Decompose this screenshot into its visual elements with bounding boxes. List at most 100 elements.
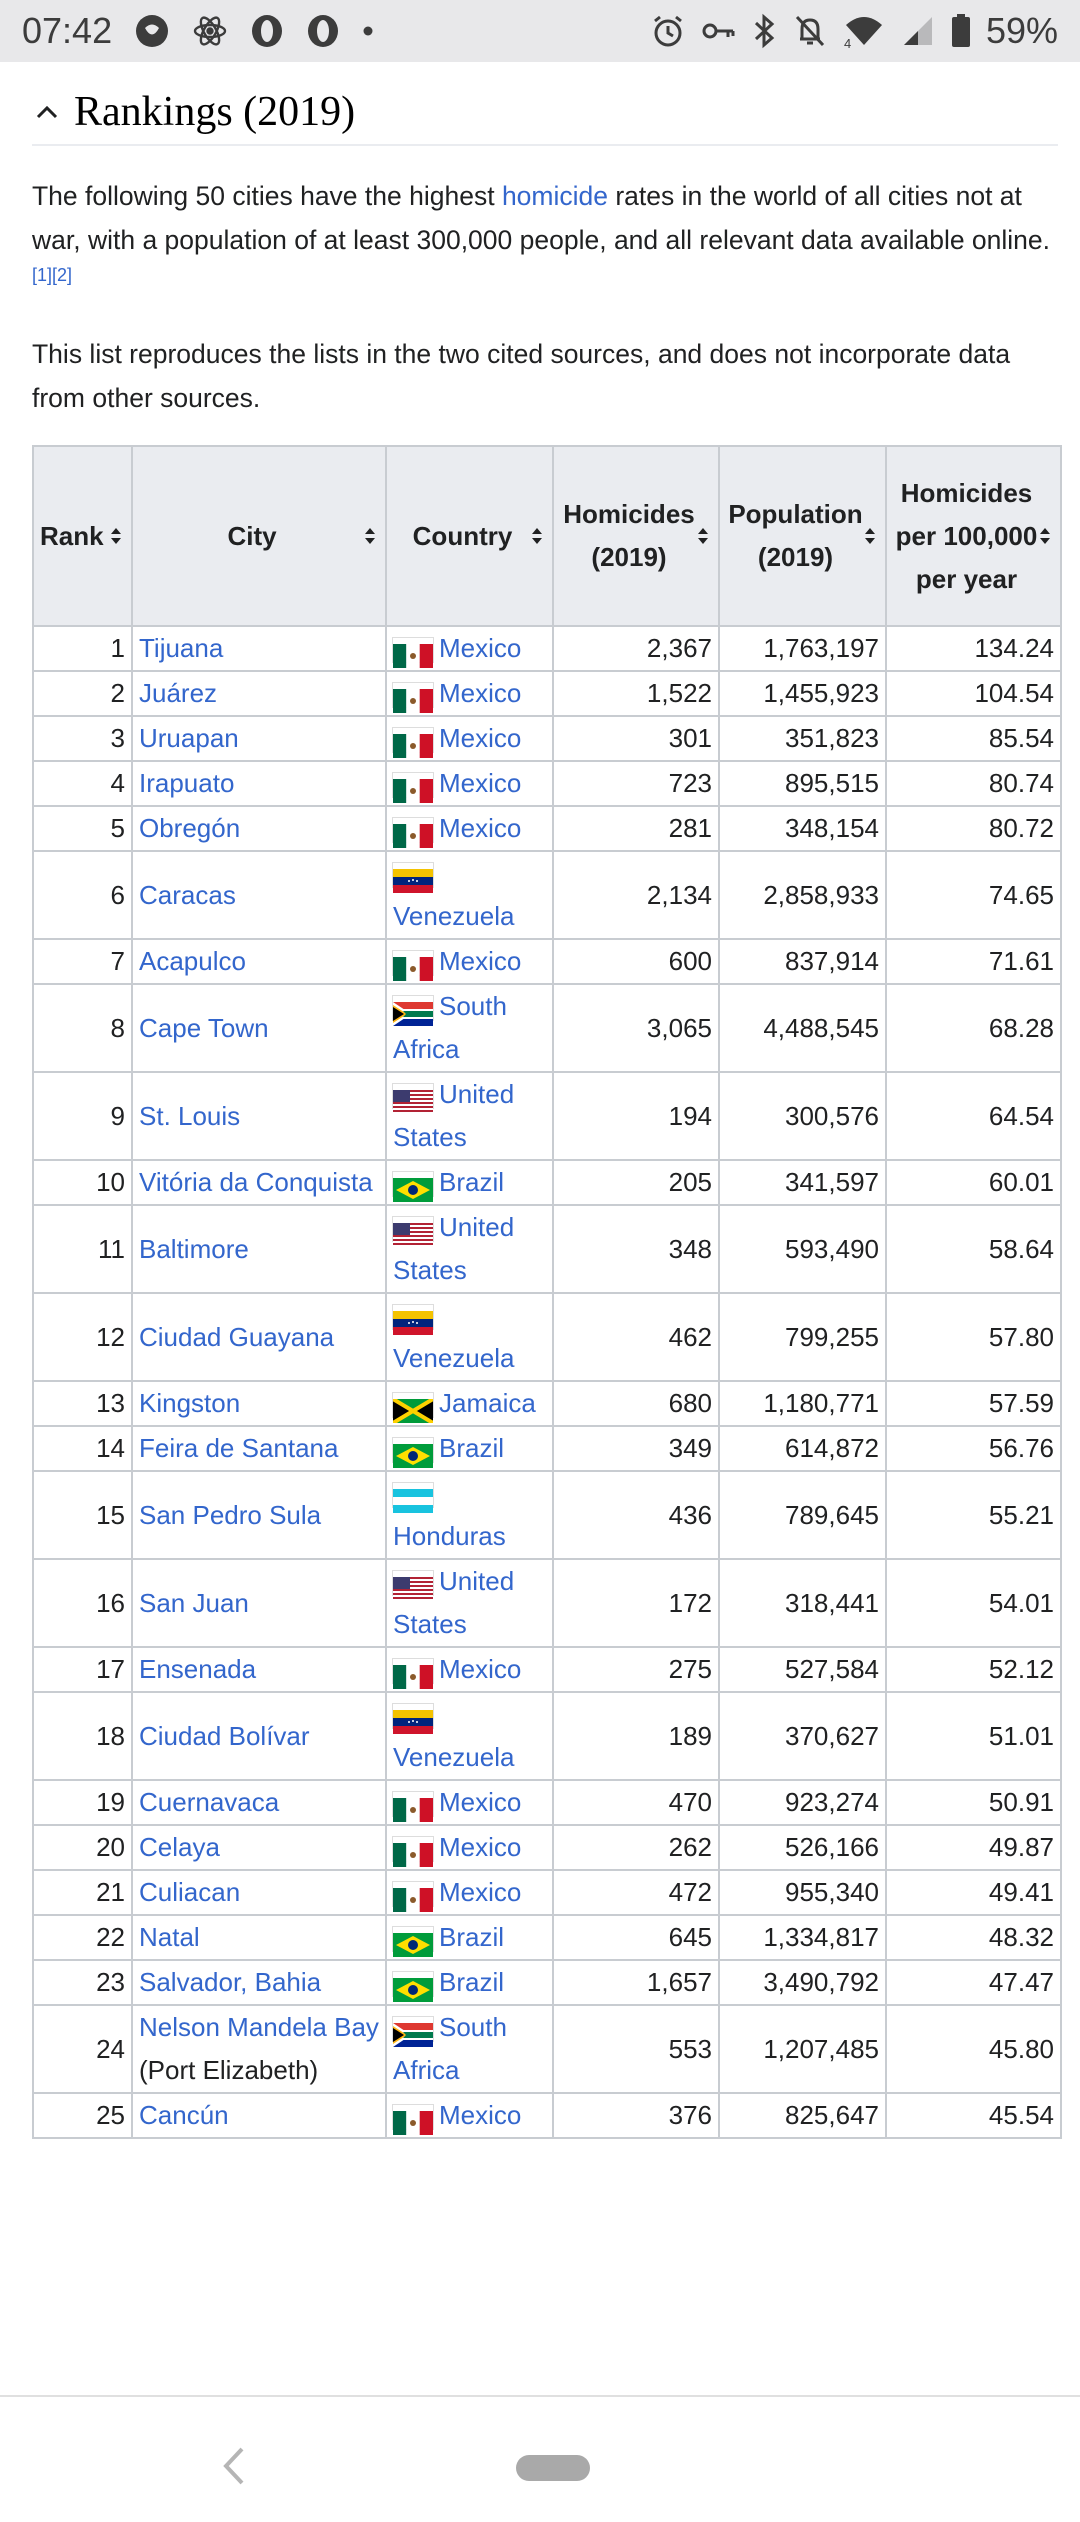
population-cell: 789,645 [718, 1470, 887, 1560]
population-cell: 837,914 [718, 938, 887, 985]
chevron-up-icon[interactable] [32, 97, 62, 127]
rate-cell: 60.01 [885, 1159, 1062, 1206]
city-link[interactable]: Natal [139, 1922, 200, 1952]
city-link[interactable]: Juárez [139, 678, 217, 708]
mx-flag-icon [393, 638, 433, 669]
table-row: 11 Baltimore United States 348 593,490 58.64 [32, 1204, 1062, 1294]
table-row: 20 Celaya Mexico 262 526,166 49.87 [32, 1824, 1062, 1871]
city-link[interactable]: Baltimore [139, 1234, 249, 1264]
country-link[interactable]: Mexico [439, 946, 521, 976]
city-link[interactable]: Caracas [139, 880, 236, 910]
country-header[interactable]: Country [385, 445, 554, 627]
back-icon[interactable] [218, 2445, 248, 2487]
country-link[interactable]: Venezuela [393, 1343, 514, 1373]
mx-flag-icon [393, 728, 433, 759]
city-header[interactable]: City [131, 445, 387, 627]
home-pill[interactable] [516, 2455, 590, 2481]
country-link[interactable]: Mexico [439, 768, 521, 798]
homicides-header[interactable]: Homicides (2019) [552, 445, 720, 627]
country-link[interactable]: Brazil [439, 1167, 504, 1197]
country-cell: Venezuela [385, 850, 554, 940]
reference-links[interactable]: [1][2] [32, 265, 72, 285]
population-cell: 825,647 [718, 2092, 887, 2139]
sort-icon[interactable] [109, 525, 123, 547]
country-link[interactable]: Mexico [439, 678, 521, 708]
signal-icon [900, 13, 936, 49]
rank-cell: 11 [32, 1204, 133, 1294]
battery-percent: 59% [985, 10, 1058, 51]
city-link[interactable]: Celaya [139, 1832, 220, 1862]
rate-cell: 51.01 [885, 1691, 1062, 1781]
country-cell: South Africa [385, 983, 554, 1073]
city-link[interactable]: Vitória da Conquista [139, 1167, 373, 1197]
city-link[interactable]: San Pedro Sula [139, 1500, 321, 1530]
rate-cell: 74.65 [885, 850, 1062, 940]
rank-cell: 22 [32, 1914, 133, 1961]
homicides-cell: 262 [552, 1824, 720, 1871]
city-link[interactable]: Feira de Santana [139, 1433, 338, 1463]
city-link[interactable]: Nelson Mandela Bay [139, 2012, 379, 2042]
country-link[interactable]: Jamaica [439, 1388, 536, 1418]
sort-icon[interactable] [363, 525, 377, 547]
city-link[interactable]: Cancún [139, 2100, 229, 2130]
country-link[interactable]: Honduras [393, 1521, 506, 1551]
city-link[interactable]: Irapuato [139, 768, 234, 798]
country-link[interactable]: Brazil [439, 1922, 504, 1952]
rank-header[interactable]: Rank [32, 445, 133, 627]
homicide-link[interactable]: homicide [502, 181, 608, 211]
country-link[interactable]: Brazil [439, 1967, 504, 1997]
city-link[interactable]: Ciudad Bolívar [139, 1721, 310, 1751]
city-link[interactable]: Acapulco [139, 946, 246, 976]
country-link[interactable]: Mexico [439, 1654, 521, 1684]
section-header[interactable]: Rankings (2019) [32, 80, 1058, 146]
rate-cell: 50.91 [885, 1779, 1062, 1826]
city-link[interactable]: Salvador, Bahia [139, 1967, 321, 1997]
country-link[interactable]: Mexico [439, 1832, 521, 1862]
city-link[interactable]: Ciudad Guayana [139, 1322, 334, 1352]
homicides-cell: 2,367 [552, 625, 720, 672]
city-link[interactable]: St. Louis [139, 1101, 240, 1131]
rate-cell: 134.24 [885, 625, 1062, 672]
city-link[interactable]: Kingston [139, 1388, 240, 1418]
rank-cell: 9 [32, 1071, 133, 1161]
country-link[interactable]: Venezuela [393, 1742, 514, 1772]
homicides-cell: 275 [552, 1646, 720, 1693]
table-row: 6 Caracas Venezuela 2,134 2,858,933 74.65 [32, 850, 1062, 940]
city-cell: Culiacan [131, 1869, 387, 1916]
sort-icon[interactable] [1038, 525, 1052, 547]
country-link[interactable]: Mexico [439, 1787, 521, 1817]
table-row: 3 Uruapan Mexico 301 351,823 85.54 [32, 715, 1062, 762]
country-cell: Mexico [385, 1824, 554, 1871]
rank-cell: 6 [32, 850, 133, 940]
rank-cell: 20 [32, 1824, 133, 1871]
homicides-cell: 553 [552, 2004, 720, 2094]
rank-cell: 15 [32, 1470, 133, 1560]
table-row: 9 St. Louis United States 194 300,576 64.54 [32, 1071, 1062, 1161]
br-flag-icon [393, 1972, 433, 2003]
city-link[interactable]: San Juan [139, 1588, 249, 1618]
sort-icon[interactable] [696, 525, 710, 547]
city-cell: Acapulco [131, 938, 387, 985]
city-link[interactable]: Ensenada [139, 1654, 256, 1684]
country-cell: Venezuela [385, 1292, 554, 1382]
country-link[interactable]: Mexico [439, 813, 521, 843]
city-link[interactable]: Cuernavaca [139, 1787, 279, 1817]
city-link[interactable]: Cape Town [139, 1013, 269, 1043]
population-header[interactable]: Population (2019) [718, 445, 887, 627]
sort-icon[interactable] [530, 525, 544, 547]
rate-header[interactable]: Homicides per 100,000 per year [885, 445, 1062, 627]
country-link[interactable]: Venezuela [393, 901, 514, 931]
sort-icon[interactable] [863, 525, 877, 547]
country-link[interactable]: Mexico [439, 723, 521, 753]
country-link[interactable]: Mexico [439, 1877, 521, 1907]
country-link[interactable]: Brazil [439, 1433, 504, 1463]
city-link[interactable]: Tijuana [139, 633, 223, 663]
country-link[interactable]: Mexico [439, 633, 521, 663]
country-cell: United States [385, 1071, 554, 1161]
rate-cell: 49.87 [885, 1824, 1062, 1871]
country-cell: Mexico [385, 625, 554, 672]
city-link[interactable]: Obregón [139, 813, 240, 843]
country-link[interactable]: Mexico [439, 2100, 521, 2130]
city-link[interactable]: Culiacan [139, 1877, 240, 1907]
city-link[interactable]: Uruapan [139, 723, 239, 753]
